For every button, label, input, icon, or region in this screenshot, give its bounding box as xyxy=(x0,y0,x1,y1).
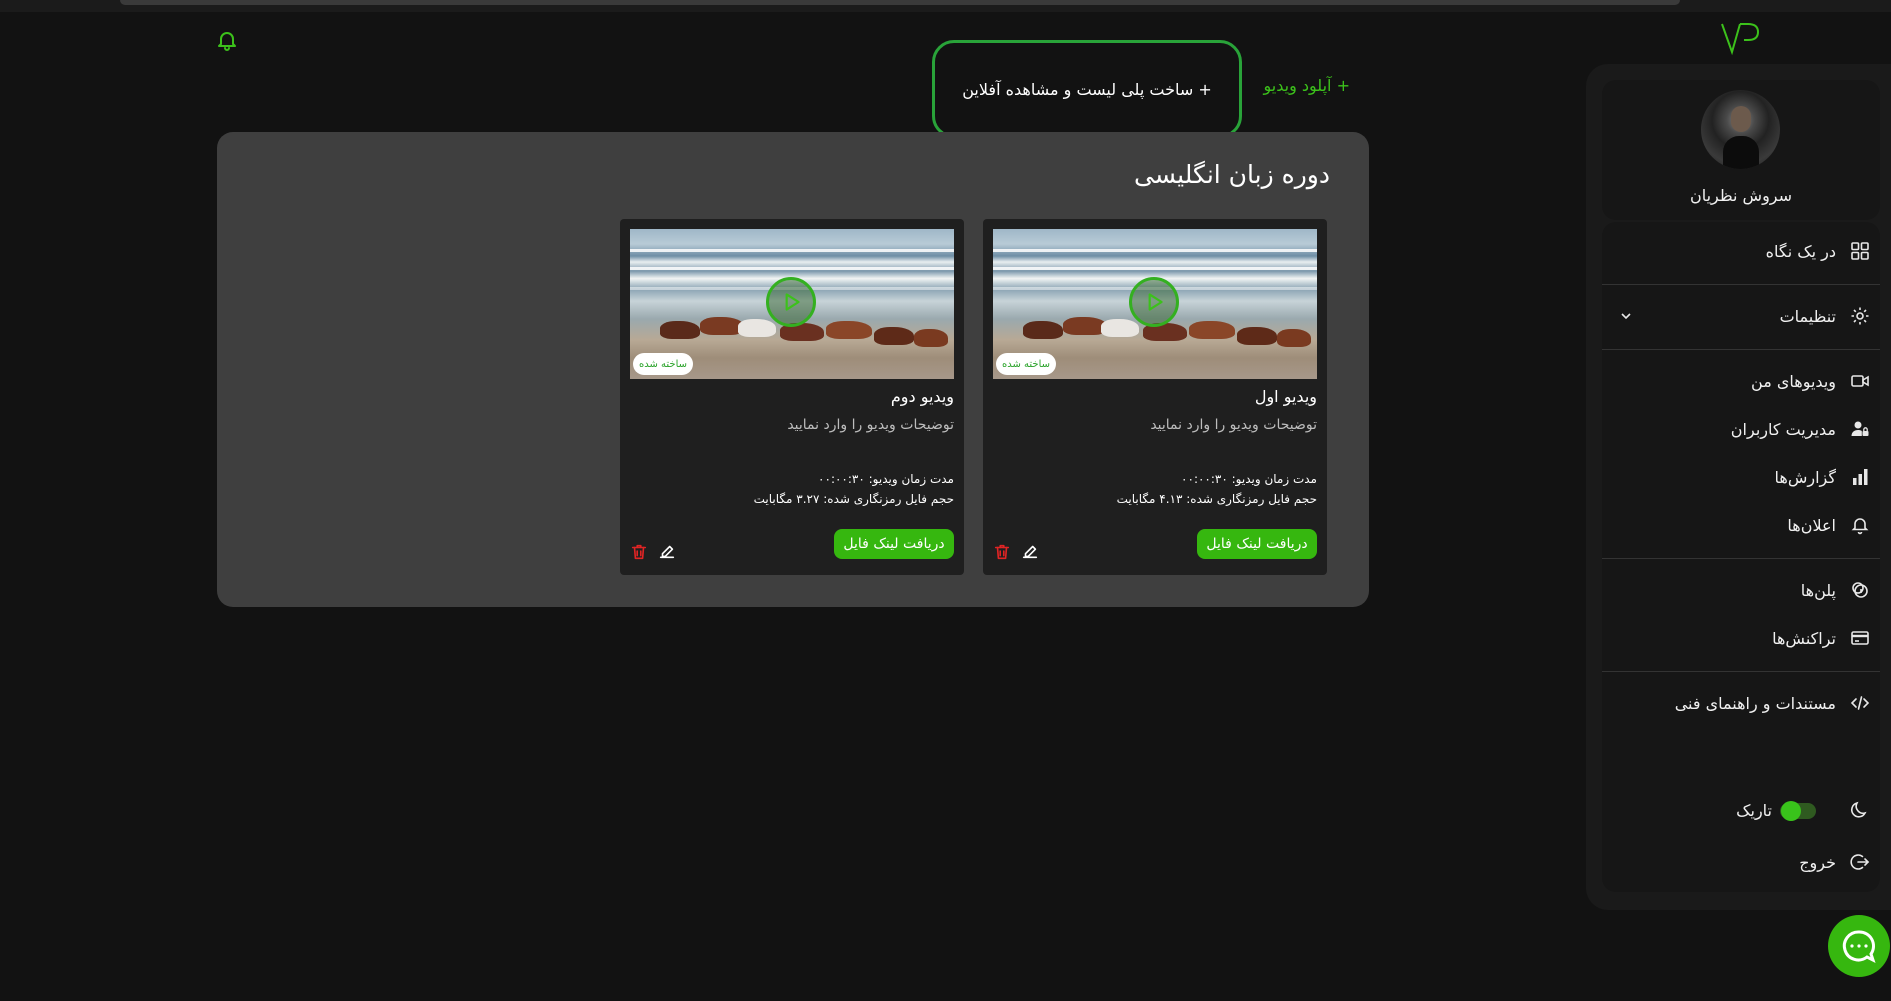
sidebar-item-reports[interactable]: گزارش‌ها xyxy=(1602,457,1872,497)
video-file-size: حجم فایل رمزنگاری شده: ۳.۲۷ مگابایت xyxy=(753,492,954,506)
video-file-size: حجم فایل رمزنگاری شده: ۴.۱۳ مگابایت xyxy=(1116,492,1317,506)
play-button[interactable] xyxy=(1129,277,1179,327)
dashboard-grid-icon xyxy=(1848,239,1872,263)
get-file-link-button[interactable]: دریافت لینک فایل xyxy=(834,529,954,559)
credit-card-icon xyxy=(1848,626,1872,650)
status-badge: ساخته شده xyxy=(633,353,693,375)
sidebar-item-label: مستندات و راهنمای فنی xyxy=(1674,693,1836,713)
sidebar-item-notifications[interactable]: اعلان‌ها xyxy=(1602,505,1872,545)
sidebar-item-label: مدیریت کاربران xyxy=(1730,419,1836,439)
sidebar-divider xyxy=(1602,671,1880,672)
moon-icon xyxy=(1848,798,1872,822)
video-description: توضیحات ویدیو را وارد نمایید xyxy=(1150,417,1317,433)
video-card-1: ساخته شده ویدیو اول توضیحات ویدیو را وار… xyxy=(983,219,1327,575)
logout-item[interactable]: خروج xyxy=(1602,842,1872,882)
sidebar-item-label: گزارش‌ها xyxy=(1774,467,1836,487)
logout-label: خروج xyxy=(1799,852,1836,872)
user-name: سروش نظریان xyxy=(1689,186,1793,205)
sidebar-divider xyxy=(1602,284,1880,285)
address-bar[interactable] xyxy=(120,0,1680,5)
vp-logo[interactable] xyxy=(1718,18,1766,58)
pencil-icon[interactable] xyxy=(658,542,676,562)
get-file-link-button[interactable]: دریافت لینک فایل xyxy=(1197,529,1317,559)
video-camera-icon xyxy=(1848,369,1872,393)
video-card-2: ساخته شده ویدیو دوم توضیحات ویدیو را وار… xyxy=(620,219,964,575)
sidebar-item-transactions[interactable]: تراکنش‌ها xyxy=(1602,618,1872,658)
sidebar-item-label: پلن‌ها xyxy=(1800,580,1836,600)
course-title: دوره زبان انگلیسی xyxy=(1134,160,1330,189)
code-icon xyxy=(1848,691,1872,715)
create-playlist-label: + ساخت پلی لیست و مشاهده آفلاین xyxy=(962,79,1212,99)
chat-widget-button[interactable] xyxy=(1828,915,1890,977)
chevron-down-icon[interactable] xyxy=(1616,308,1636,324)
logout-icon xyxy=(1848,850,1872,874)
avatar[interactable] xyxy=(1701,90,1780,169)
sidebar-item-my-videos[interactable]: ویدیوهای من xyxy=(1602,361,1872,401)
sidebar-item-dashboard[interactable]: در یک نگاه xyxy=(1602,231,1872,271)
browser-top-strip xyxy=(0,0,1891,12)
sidebar-item-settings[interactable]: تنظیمات xyxy=(1602,296,1872,336)
coins-icon xyxy=(1848,578,1872,602)
trash-icon[interactable] xyxy=(993,542,1011,562)
video-description: توضیحات ویدیو را وارد نمایید xyxy=(787,417,954,433)
sidebar-item-plans[interactable]: پلن‌ها xyxy=(1602,570,1872,610)
video-title: ویدیو دوم xyxy=(890,387,954,406)
upload-video-button[interactable]: + آپلود ویدیو xyxy=(1254,76,1350,102)
sidebar-item-label: اعلان‌ها xyxy=(1787,515,1836,535)
video-thumbnail[interactable]: ساخته شده xyxy=(630,229,954,379)
sidebar-item-label: ویدیوهای من xyxy=(1751,371,1836,391)
theme-label: تاریک xyxy=(1736,800,1772,820)
create-playlist-button[interactable]: + ساخت پلی لیست و مشاهده آفلاین xyxy=(932,40,1242,138)
user-lock-icon xyxy=(1848,417,1872,441)
sidebar-item-user-management[interactable]: مدیریت کاربران xyxy=(1602,409,1872,449)
play-button[interactable] xyxy=(766,277,816,327)
pencil-icon[interactable] xyxy=(1021,542,1039,562)
trash-icon[interactable] xyxy=(630,542,648,562)
sidebar-item-label: در یک نگاه xyxy=(1765,241,1836,261)
sidebar-item-label: تراکنش‌ها xyxy=(1772,628,1836,648)
gear-icon xyxy=(1848,304,1872,328)
toggle-knob[interactable] xyxy=(1781,801,1801,821)
sidebar-item-label: تنظیمات xyxy=(1779,306,1836,326)
video-thumbnail[interactable]: ساخته شده xyxy=(993,229,1317,379)
video-duration: مدت زمان ویدیو: ۰۰:۰۰:۳۰ xyxy=(818,472,954,486)
sidebar-divider xyxy=(1602,558,1880,559)
sidebar-divider xyxy=(1602,349,1880,350)
bar-chart-icon xyxy=(1848,465,1872,489)
video-title: ویدیو اول xyxy=(1254,387,1317,406)
sidebar-item-docs[interactable]: مستندات و راهنمای فنی xyxy=(1602,683,1872,723)
bell-icon xyxy=(1848,513,1872,537)
status-badge: ساخته شده xyxy=(996,353,1056,375)
notification-bell-icon[interactable] xyxy=(215,28,239,52)
theme-toggle-row: تاریک xyxy=(1602,790,1872,830)
video-duration: مدت زمان ویدیو: ۰۰:۰۰:۳۰ xyxy=(1181,472,1317,486)
